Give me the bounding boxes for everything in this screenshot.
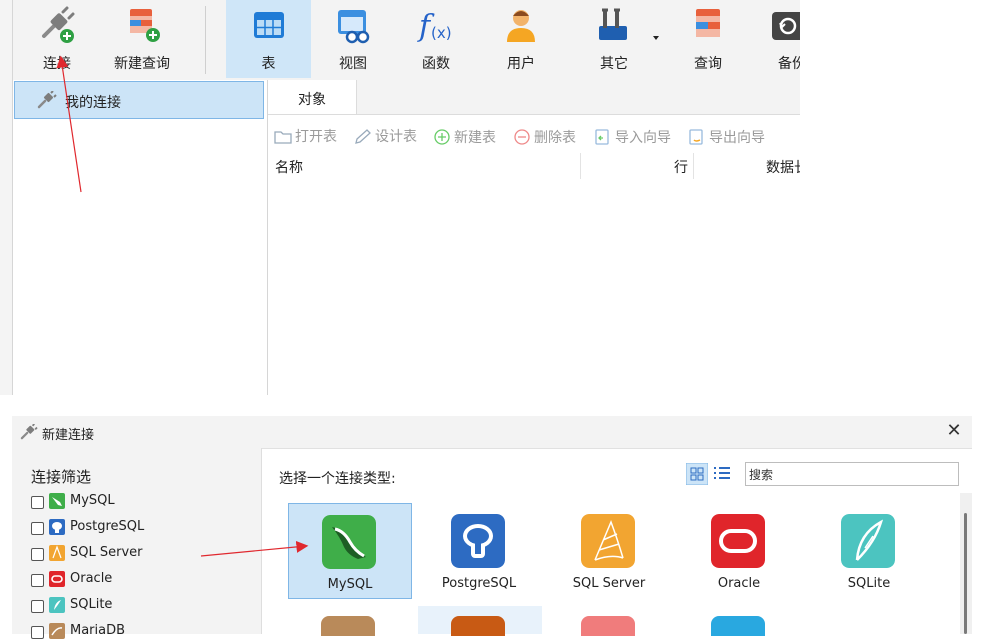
arrow-to-connect-button <box>56 55 82 193</box>
arrow-to-mysql-tile <box>200 540 309 557</box>
annotation-arrows <box>56 55 309 557</box>
